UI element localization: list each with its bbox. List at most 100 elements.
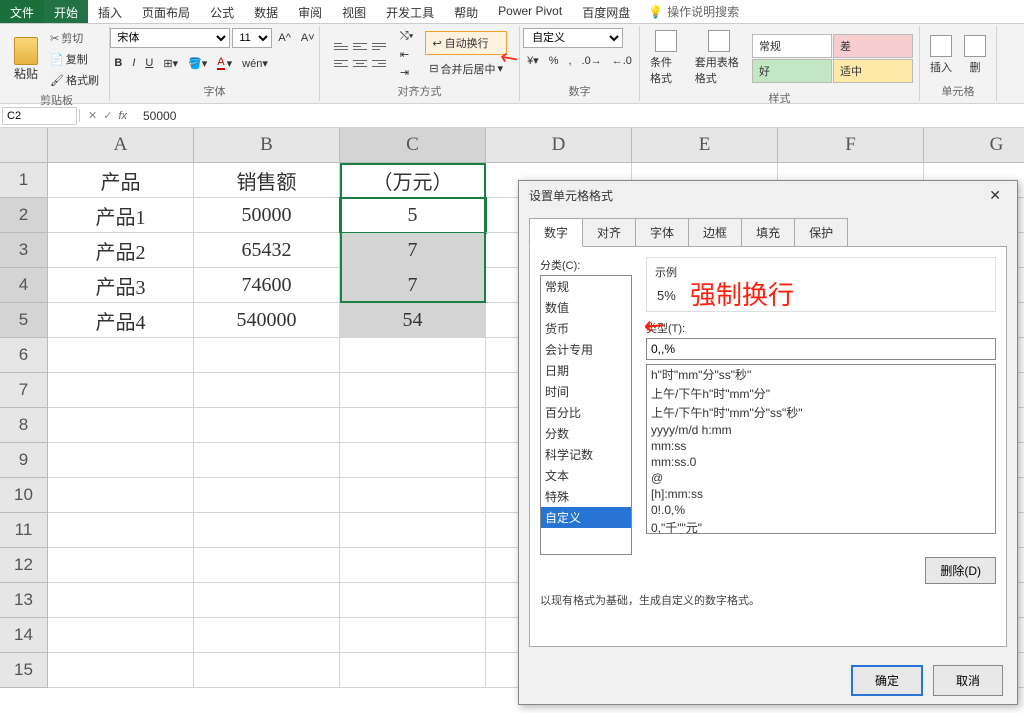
dlg-tab-number[interactable]: 数字 bbox=[529, 218, 583, 247]
cell[interactable] bbox=[194, 653, 340, 688]
cell[interactable] bbox=[48, 618, 194, 653]
style-bad[interactable]: 差 bbox=[833, 34, 913, 58]
cat-item[interactable]: 货币 bbox=[541, 318, 631, 339]
cell[interactable]: 产品4 bbox=[48, 303, 194, 338]
cell[interactable] bbox=[340, 513, 486, 548]
cell[interactable] bbox=[340, 373, 486, 408]
decrease-indent[interactable]: ⇤ bbox=[396, 46, 417, 63]
cell[interactable]: 销售额 bbox=[194, 163, 340, 198]
cell[interactable] bbox=[194, 618, 340, 653]
cat-item[interactable]: 文本 bbox=[541, 465, 631, 486]
style-good[interactable]: 好 bbox=[752, 59, 832, 83]
cut-button[interactable]: ✂ 剪切 bbox=[46, 28, 103, 48]
cell[interactable] bbox=[340, 583, 486, 618]
cell[interactable]: 产品2 bbox=[48, 233, 194, 268]
cell[interactable] bbox=[48, 373, 194, 408]
type-item[interactable]: 上午/下午h"时"mm"分"ss"秒" bbox=[647, 403, 995, 422]
cell[interactable] bbox=[340, 338, 486, 373]
type-item[interactable]: h"时"mm"分"ss"秒" bbox=[647, 365, 995, 384]
border-button[interactable]: ⊞▾ bbox=[159, 54, 182, 72]
tab-power[interactable]: Power Pivot bbox=[488, 0, 572, 23]
dlg-tab-fill[interactable]: 填充 bbox=[741, 218, 795, 247]
cell[interactable]: （万元） bbox=[340, 163, 486, 198]
tab-review[interactable]: 审阅 bbox=[288, 0, 332, 23]
tell-me[interactable]: 💡操作说明搜索 bbox=[640, 0, 747, 23]
style-neutral[interactable]: 适中 bbox=[833, 59, 913, 83]
format-as-table-button[interactable]: 套用表格格式 bbox=[691, 28, 748, 88]
cell[interactable] bbox=[48, 548, 194, 583]
cell[interactable] bbox=[48, 653, 194, 688]
row-header[interactable]: 10 bbox=[0, 478, 48, 513]
tab-layout[interactable]: 页面布局 bbox=[132, 0, 200, 23]
cell[interactable]: 7 bbox=[340, 233, 486, 268]
type-input[interactable] bbox=[646, 338, 996, 360]
type-item[interactable]: yyyy/m/d h:mm bbox=[647, 422, 995, 438]
cell[interactable] bbox=[48, 478, 194, 513]
cell[interactable] bbox=[340, 548, 486, 583]
cat-item[interactable]: 常规 bbox=[541, 276, 631, 297]
cell[interactable] bbox=[194, 583, 340, 618]
cell[interactable] bbox=[340, 653, 486, 688]
tab-help[interactable]: 帮助 bbox=[444, 0, 488, 23]
cat-item[interactable]: 分数 bbox=[541, 423, 631, 444]
percent-button[interactable]: % bbox=[545, 52, 563, 69]
phonetic-button[interactable]: wén▾ bbox=[238, 54, 272, 72]
dlg-tab-align[interactable]: 对齐 bbox=[582, 218, 636, 247]
cell[interactable] bbox=[340, 478, 486, 513]
align-middle[interactable] bbox=[351, 38, 369, 54]
row-header[interactable]: 11 bbox=[0, 513, 48, 548]
cat-item-selected[interactable]: 自定义 bbox=[541, 507, 631, 528]
row-header[interactable]: 4 bbox=[0, 268, 48, 303]
decrease-font-button[interactable]: A˅ bbox=[297, 28, 319, 48]
row-header[interactable]: 6 bbox=[0, 338, 48, 373]
cell[interactable]: 540000 bbox=[194, 303, 340, 338]
row-header[interactable]: 9 bbox=[0, 443, 48, 478]
bold-button[interactable]: B bbox=[110, 54, 126, 72]
col-header-F[interactable]: F bbox=[778, 128, 924, 163]
number-format-select[interactable]: 自定义 bbox=[523, 28, 623, 48]
enter-icon[interactable]: ✓ bbox=[103, 109, 112, 122]
cell[interactable]: 54 bbox=[340, 303, 486, 338]
cell[interactable]: 7 bbox=[340, 268, 486, 303]
currency-button[interactable]: ¥▾ bbox=[523, 52, 543, 69]
row-header[interactable]: 3 bbox=[0, 233, 48, 268]
cat-item[interactable]: 特殊 bbox=[541, 486, 631, 507]
col-header-E[interactable]: E bbox=[632, 128, 778, 163]
col-header-D[interactable]: D bbox=[486, 128, 632, 163]
col-header-A[interactable]: A bbox=[48, 128, 194, 163]
align-top[interactable] bbox=[332, 38, 350, 54]
row-header[interactable]: 13 bbox=[0, 583, 48, 618]
decrease-decimal[interactable]: ←.0 bbox=[608, 52, 636, 69]
cell[interactable] bbox=[194, 338, 340, 373]
font-name-select[interactable]: 宋体 bbox=[110, 28, 230, 48]
dlg-tab-protect[interactable]: 保护 bbox=[794, 218, 848, 247]
cell[interactable] bbox=[194, 513, 340, 548]
insert-cells-button[interactable]: 插入 bbox=[926, 33, 956, 77]
tab-formula[interactable]: 公式 bbox=[200, 0, 244, 23]
italic-button[interactable]: I bbox=[128, 54, 139, 72]
formula-input[interactable]: 50000 bbox=[135, 109, 176, 123]
cat-item[interactable]: 会计专用 bbox=[541, 339, 631, 360]
dlg-tab-font[interactable]: 字体 bbox=[635, 218, 689, 247]
cell[interactable] bbox=[48, 408, 194, 443]
type-item[interactable]: mm:ss bbox=[647, 438, 995, 454]
cell[interactable] bbox=[194, 408, 340, 443]
row-header[interactable]: 12 bbox=[0, 548, 48, 583]
tab-insert[interactable]: 插入 bbox=[88, 0, 132, 23]
delete-cells-button[interactable]: 删 bbox=[960, 33, 990, 77]
cell[interactable]: 50000 bbox=[194, 198, 340, 233]
cell[interactable]: 产品3 bbox=[48, 268, 194, 303]
increase-indent[interactable]: ⇥ bbox=[396, 64, 417, 81]
fill-color-button[interactable]: 🪣▾ bbox=[184, 54, 211, 72]
row-header[interactable]: 14 bbox=[0, 618, 48, 653]
row-header[interactable]: 8 bbox=[0, 408, 48, 443]
type-item[interactable]: 0!.0,% bbox=[647, 502, 995, 518]
copy-button[interactable]: 📄 复制 bbox=[46, 49, 103, 69]
tab-home[interactable]: 开始 bbox=[44, 0, 88, 23]
row-header[interactable]: 7 bbox=[0, 373, 48, 408]
format-painter-button[interactable]: 🖌 格式刷 bbox=[46, 70, 103, 90]
cell[interactable]: 74600 bbox=[194, 268, 340, 303]
delete-format-button[interactable]: 删除(D) bbox=[925, 557, 996, 584]
align-bottom[interactable] bbox=[370, 38, 388, 54]
cell[interactable] bbox=[340, 443, 486, 478]
